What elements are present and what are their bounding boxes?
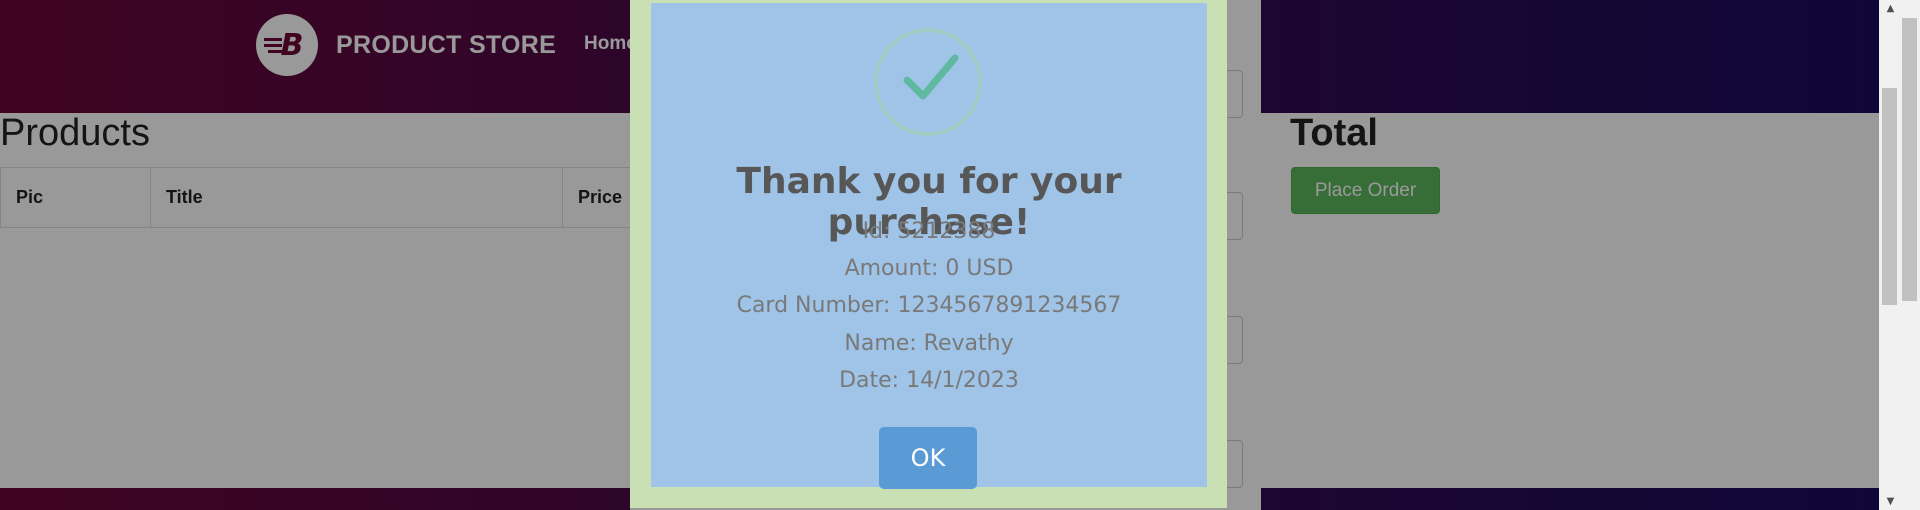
ok-button[interactable]: OK xyxy=(879,427,977,489)
dialog-panel: Thank you for your purchase! Id: 5212388… xyxy=(651,3,1207,489)
scroll-down-icon[interactable]: ▼ xyxy=(1882,493,1899,510)
purchase-name: Name: Revathy xyxy=(844,331,1014,356)
purchase-date: Date: 14/1/2023 xyxy=(839,368,1019,393)
checkmark-icon xyxy=(903,54,959,100)
scrollbar[interactable]: ▲ ▼ xyxy=(1879,0,1920,510)
purchase-confirmation-dialog: Thank you for your purchase! Id: 5212388… xyxy=(630,0,1227,508)
success-circle xyxy=(874,28,982,136)
scroll-thumb-secondary[interactable] xyxy=(1902,18,1917,301)
scroll-thumb[interactable] xyxy=(1882,88,1897,305)
scroll-up-icon[interactable]: ▲ xyxy=(1882,0,1899,17)
purchase-amount: Amount: 0 USD xyxy=(844,256,1014,281)
purchase-id: Id: 5212388 xyxy=(862,219,996,244)
purchase-card-number: Card Number: 1234567891234567 xyxy=(736,293,1122,318)
